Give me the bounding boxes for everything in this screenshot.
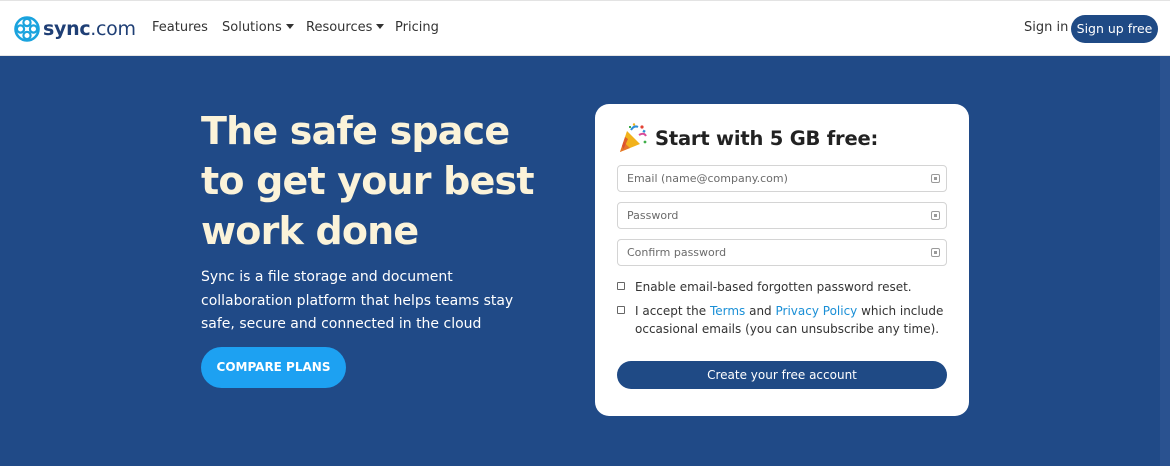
- party-popper-icon: [620, 123, 647, 152]
- terms-link[interactable]: Terms: [710, 304, 745, 318]
- logo-dotcom-text: .com: [90, 18, 136, 40]
- accept-prefix-text: I accept the: [635, 304, 710, 318]
- sync-logo[interactable]: sync.com: [13, 15, 136, 43]
- top-navbar: sync.com Features Solutions Resources Pr…: [0, 0, 1170, 56]
- password-reset-option: Enable email-based forgotten password re…: [617, 278, 952, 296]
- email-field[interactable]: [617, 165, 947, 192]
- headline-line-2: to get your best: [201, 159, 535, 203]
- nav-pricing-label: Pricing: [395, 20, 439, 35]
- privacy-policy-link[interactable]: Privacy Policy: [776, 304, 858, 318]
- hero-headline: The safe space to get your best work don…: [201, 106, 581, 256]
- logo-sync-text: sync: [43, 18, 91, 40]
- nav-resources[interactable]: Resources: [306, 20, 385, 36]
- signup-title: Start with 5 GB free:: [655, 126, 879, 150]
- sign-in-link[interactable]: Sign in: [1024, 20, 1068, 36]
- nav-resources-label: Resources: [306, 20, 373, 35]
- accept-terms-checkbox[interactable]: [617, 306, 625, 314]
- nav-solutions[interactable]: Solutions: [222, 20, 294, 36]
- scrollbar[interactable]: [1160, 56, 1170, 466]
- password-input[interactable]: [618, 203, 946, 228]
- caret-down-icon: [376, 24, 385, 29]
- password-field[interactable]: [617, 202, 947, 229]
- signup-title-row: Start with 5 GB free:: [617, 120, 878, 156]
- confirm-password-field[interactable]: [617, 239, 947, 266]
- accept-terms-label: I accept the Terms and Privacy Policy wh…: [635, 302, 952, 338]
- nav-pricing[interactable]: Pricing: [395, 20, 439, 36]
- field-autofill-icon[interactable]: [931, 174, 940, 183]
- signup-card: Start with 5 GB free: Enable email-based…: [595, 104, 969, 416]
- password-reset-label: Enable email-based forgotten password re…: [635, 280, 912, 294]
- sign-up-button[interactable]: Sign up free: [1071, 15, 1158, 43]
- hero-section: [0, 56, 1170, 466]
- compare-plans-button[interactable]: COMPARE PLANS: [201, 347, 346, 388]
- headline-line-1: The safe space: [201, 109, 510, 153]
- field-autofill-icon[interactable]: [931, 248, 940, 257]
- confirm-password-input[interactable]: [618, 240, 946, 265]
- nav-solutions-label: Solutions: [222, 20, 282, 35]
- field-autofill-icon[interactable]: [931, 211, 940, 220]
- logo-wordmark: sync.com: [43, 18, 136, 40]
- nav-features-label: Features: [152, 20, 208, 35]
- sync-logo-icon: [14, 16, 40, 42]
- caret-down-icon: [285, 24, 294, 29]
- hero-subtext: Sync is a file storage and document coll…: [201, 269, 514, 332]
- password-reset-checkbox[interactable]: [617, 282, 625, 290]
- create-account-button[interactable]: Create your free account: [617, 361, 947, 389]
- headline-line-3: work done: [201, 209, 419, 253]
- nav-features[interactable]: Features: [152, 20, 208, 36]
- and-text: and: [745, 304, 776, 318]
- email-input[interactable]: [618, 166, 946, 191]
- accept-terms-option: I accept the Terms and Privacy Policy wh…: [617, 302, 952, 338]
